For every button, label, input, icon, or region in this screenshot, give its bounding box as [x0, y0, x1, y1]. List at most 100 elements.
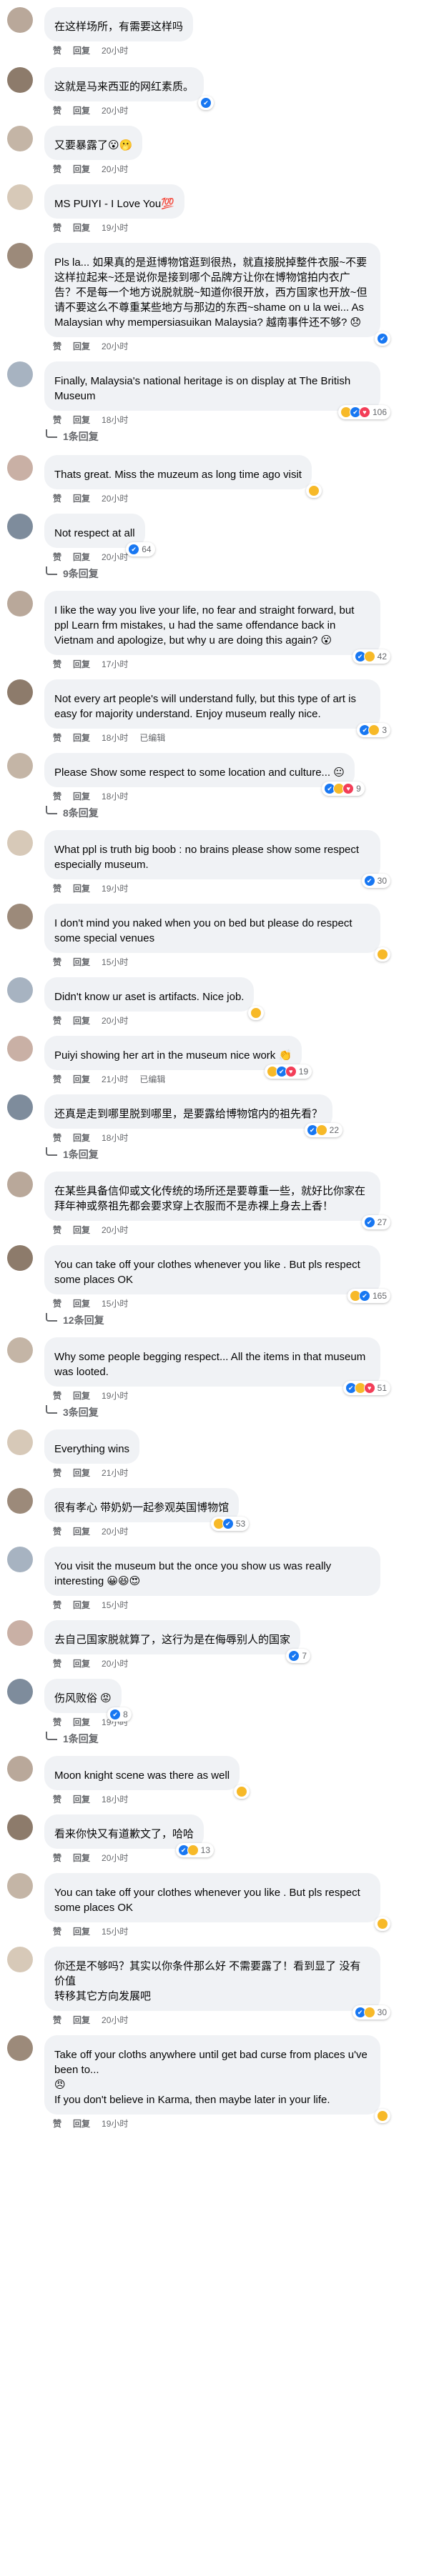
reply-button[interactable]: 回复 [73, 1224, 90, 1236]
reactions-summary[interactable] [375, 947, 390, 962]
comment-timestamp[interactable]: 18小时 [102, 1794, 128, 1805]
like-button[interactable]: 赞 [53, 1926, 61, 1937]
reply-button[interactable]: 回复 [73, 105, 90, 116]
comment-timestamp[interactable]: 19小时 [102, 222, 128, 234]
comment-timestamp[interactable]: 19小时 [102, 1390, 128, 1402]
like-button[interactable]: 赞 [53, 222, 61, 234]
view-replies-link[interactable]: 1条回复 [44, 1730, 408, 1747]
reactions-summary[interactable]: ✔ 13 [175, 1843, 214, 1857]
reply-button[interactable]: 回复 [73, 45, 90, 56]
avatar[interactable] [7, 1094, 33, 1120]
like-button[interactable]: 赞 [53, 659, 61, 670]
reply-button[interactable]: 回复 [73, 1658, 90, 1669]
comment-timestamp[interactable]: 15小时 [102, 1298, 128, 1309]
comment-timestamp[interactable]: 20小时 [102, 2015, 128, 2026]
avatar[interactable] [7, 243, 33, 269]
comment-timestamp[interactable]: 20小时 [102, 45, 128, 56]
reactions-summary[interactable] [234, 1784, 250, 1799]
like-button[interactable]: 赞 [53, 2015, 61, 2026]
avatar[interactable] [7, 455, 33, 481]
reactions-summary[interactable]: ✔ 42 [352, 649, 390, 664]
like-button[interactable]: 赞 [53, 551, 61, 563]
reactions-summary[interactable]: ✔ 165 [347, 1289, 390, 1303]
reply-button[interactable]: 回复 [73, 1390, 90, 1402]
like-button[interactable]: 赞 [53, 45, 61, 56]
reply-button[interactable]: 回复 [73, 1852, 90, 1864]
reactions-summary[interactable]: ✔ 8 [107, 1707, 132, 1722]
reactions-summary[interactable]: ✔ ♥ 19 [264, 1064, 312, 1079]
like-button[interactable]: 赞 [53, 341, 61, 352]
comment-timestamp[interactable]: 20小时 [102, 341, 128, 352]
avatar[interactable] [7, 1873, 33, 1899]
like-button[interactable]: 赞 [53, 883, 61, 894]
avatar[interactable] [7, 361, 33, 387]
comment-timestamp[interactable]: 15小时 [102, 1599, 128, 1611]
avatar[interactable] [7, 126, 33, 151]
reactions-summary[interactable]: ✔ 30 [361, 874, 390, 888]
view-replies-link[interactable]: 3条回复 [44, 1404, 408, 1421]
like-button[interactable]: 赞 [53, 1794, 61, 1805]
like-button[interactable]: 赞 [53, 1658, 61, 1669]
comment-timestamp[interactable]: 20小时 [102, 1852, 128, 1864]
reply-button[interactable]: 回复 [73, 1599, 90, 1611]
like-button[interactable]: 赞 [53, 1526, 61, 1537]
reactions-summary[interactable] [375, 2109, 390, 2123]
reactions-summary[interactable]: ✔ 30 [352, 2005, 390, 2020]
avatar[interactable] [7, 2035, 33, 2061]
reply-button[interactable]: 回复 [73, 222, 90, 234]
comment-timestamp[interactable]: 15小时 [102, 957, 128, 968]
comment-timestamp[interactable]: 20小时 [102, 105, 128, 116]
like-button[interactable]: 赞 [53, 732, 61, 744]
avatar[interactable] [7, 7, 33, 33]
like-button[interactable]: 赞 [53, 1390, 61, 1402]
reply-button[interactable]: 回复 [73, 2118, 90, 2130]
avatar[interactable] [7, 1547, 33, 1572]
like-button[interactable]: 赞 [53, 1467, 61, 1479]
like-button[interactable]: 赞 [53, 1298, 61, 1309]
view-replies-link[interactable]: 8条回复 [44, 804, 408, 822]
reply-button[interactable]: 回复 [73, 1467, 90, 1479]
comment-timestamp[interactable]: 20小时 [102, 164, 128, 175]
view-replies-link[interactable]: 1条回复 [44, 1146, 408, 1163]
reply-button[interactable]: 回复 [73, 791, 90, 802]
like-button[interactable]: 赞 [53, 1852, 61, 1864]
reply-button[interactable]: 回复 [73, 659, 90, 670]
comment-timestamp[interactable]: 20小时 [102, 1224, 128, 1236]
comment-timestamp[interactable]: 21小时 [102, 1074, 128, 1085]
avatar[interactable] [7, 1620, 33, 1646]
comment-timestamp[interactable]: 19小时 [102, 883, 128, 894]
avatar[interactable] [7, 514, 33, 539]
reply-button[interactable]: 回复 [73, 957, 90, 968]
reply-button[interactable]: 回复 [73, 164, 90, 175]
reactions-summary[interactable]: ✔ 53 [210, 1517, 250, 1531]
reactions-summary[interactable]: ✔ 7 [286, 1649, 311, 1663]
reactions-summary[interactable]: ✔ [198, 96, 214, 110]
like-button[interactable]: 赞 [53, 493, 61, 504]
like-button[interactable]: 赞 [53, 414, 61, 426]
avatar[interactable] [7, 1429, 33, 1455]
reactions-summary[interactable]: ✔ ♥ 9 [322, 782, 365, 796]
reply-button[interactable]: 回复 [73, 883, 90, 894]
avatar[interactable] [7, 753, 33, 779]
avatar[interactable] [7, 679, 33, 705]
avatar[interactable] [7, 1036, 33, 1062]
comment-timestamp[interactable]: 20小时 [102, 493, 128, 504]
avatar[interactable] [7, 830, 33, 856]
reactions-summary[interactable] [305, 484, 322, 498]
comment-timestamp[interactable]: 18小时 [102, 1132, 128, 1144]
like-button[interactable]: 赞 [53, 957, 61, 968]
view-replies-link[interactable]: 1条回复 [44, 428, 408, 445]
avatar[interactable] [7, 184, 33, 210]
like-button[interactable]: 赞 [53, 105, 61, 116]
view-replies-link[interactable]: 9条回复 [44, 565, 408, 582]
avatar[interactable] [7, 1488, 33, 1514]
avatar[interactable] [7, 1679, 33, 1704]
avatar[interactable] [7, 1337, 33, 1363]
comment-timestamp[interactable]: 18小时 [102, 732, 128, 744]
comment-timestamp[interactable]: 20小时 [102, 1658, 128, 1669]
like-button[interactable]: 赞 [53, 1599, 61, 1611]
like-button[interactable]: 赞 [53, 164, 61, 175]
reply-button[interactable]: 回复 [73, 1717, 90, 1728]
comment-timestamp[interactable]: 21小时 [102, 1467, 128, 1479]
reactions-summary[interactable]: ✔ ♥ 106 [337, 405, 390, 419]
